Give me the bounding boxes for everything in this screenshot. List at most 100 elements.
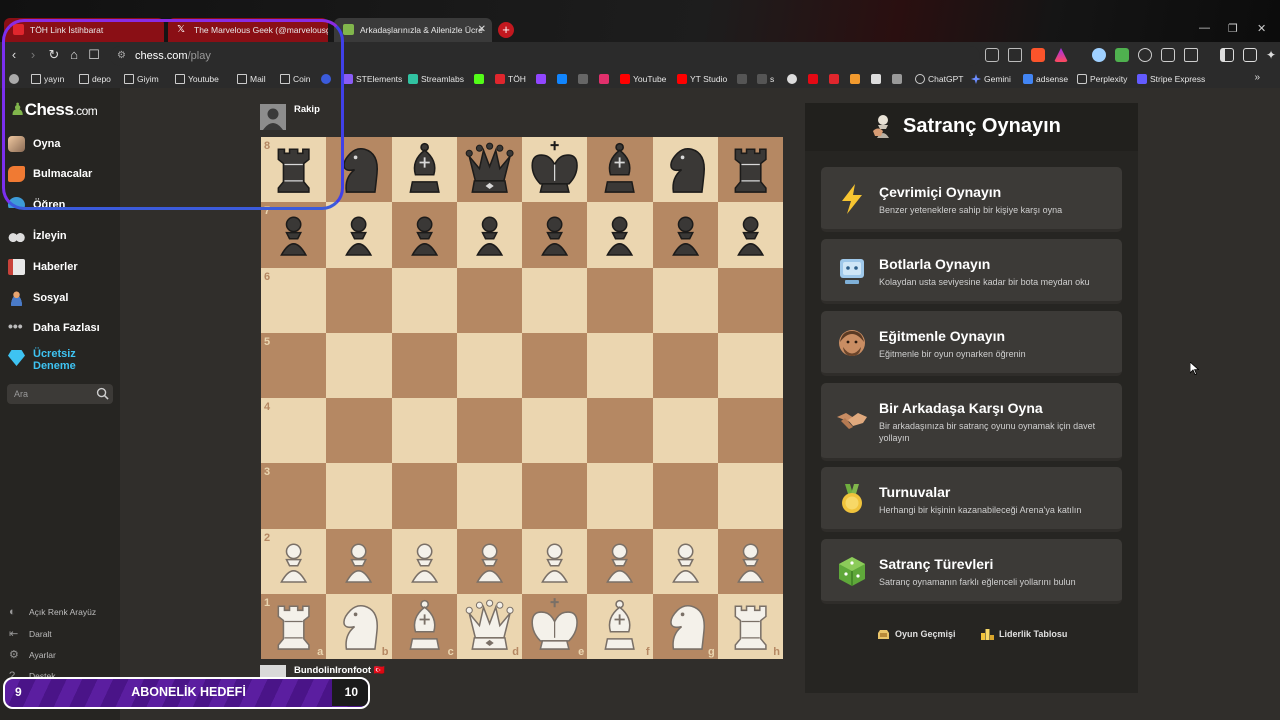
board-square[interactable] <box>456 463 522 529</box>
board-square[interactable] <box>326 332 392 398</box>
black-knight[interactable] <box>653 137 718 202</box>
bookmark-item[interactable] <box>9 72 19 86</box>
white-pawn[interactable] <box>261 529 326 594</box>
bookmark-item[interactable]: Perplexity <box>1077 72 1127 86</box>
game-history-link[interactable]: Oyun Geçmişi <box>877 627 956 641</box>
bookmark-item[interactable] <box>829 72 839 86</box>
reload-icon[interactable]: ↻ <box>46 47 62 63</box>
bookmark-item[interactable]: YouTube <box>620 72 666 86</box>
bookmark-item[interactable]: TÖH <box>495 72 526 86</box>
nav-play[interactable]: Oyna <box>8 133 61 155</box>
collapse-sidebar-link[interactable]: ⇤ Daralt <box>9 627 52 641</box>
tournaments-card[interactable]: Turnuvalar Herhangi bir kişinin kazanabi… <box>821 467 1122 532</box>
nav-social[interactable]: Sosyal <box>8 287 68 309</box>
bookmark-item[interactable]: Gemini <box>971 72 1011 86</box>
nav-more[interactable]: ••• Daha Fazlası <box>8 317 100 339</box>
minimize-icon[interactable]: — <box>1199 22 1210 34</box>
board-square[interactable] <box>391 398 457 464</box>
white-rook[interactable] <box>261 594 326 659</box>
nav-news[interactable]: Haberler <box>8 256 78 278</box>
white-pawn[interactable] <box>457 529 522 594</box>
bookmark-item[interactable] <box>599 72 609 86</box>
wallet-icon[interactable] <box>1243 48 1257 62</box>
light-theme-toggle[interactable]: ◐ Açık Renk Arayüz <box>9 605 96 619</box>
nav-watch[interactable]: İzleyin <box>8 225 67 247</box>
extension-icon[interactable] <box>1184 48 1198 62</box>
bookmark-item[interactable]: STElements <box>343 72 402 86</box>
new-tab-button[interactable]: + <box>498 22 514 38</box>
bookmark-item[interactable]: Stripe Express <box>1137 72 1205 86</box>
white-pawn[interactable] <box>587 529 652 594</box>
board-square[interactable] <box>587 267 653 333</box>
black-pawn[interactable] <box>457 202 522 267</box>
board-square[interactable] <box>456 398 522 464</box>
black-rook[interactable] <box>718 137 783 202</box>
board-square[interactable] <box>391 267 457 333</box>
player-name[interactable]: BundolinIronfoot 🇹🇷 <box>294 665 385 676</box>
extension-icon[interactable] <box>1115 48 1129 62</box>
board-square[interactable] <box>391 332 457 398</box>
board-square[interactable] <box>717 267 783 333</box>
restore-icon[interactable]: ❐ <box>1228 22 1238 35</box>
bookmark-item[interactable] <box>737 72 747 86</box>
opponent-avatar[interactable] <box>260 104 286 130</box>
bookmark-folder[interactable]: Giyim <box>124 72 159 86</box>
white-pawn[interactable] <box>392 529 457 594</box>
browser-tab[interactable]: 𝕏 The Marvelous Geek (@marvelousge <box>168 18 328 42</box>
url-field[interactable]: ⚙ chess.com/play <box>110 46 980 66</box>
board-square[interactable] <box>326 463 392 529</box>
white-pawn[interactable] <box>653 529 718 594</box>
chess-logo[interactable]: ♟Chess.com <box>10 100 98 120</box>
white-bishop[interactable] <box>587 594 652 659</box>
bookmark-folder[interactable]: yayın <box>31 72 64 86</box>
black-pawn[interactable] <box>392 202 457 267</box>
white-king[interactable] <box>522 594 587 659</box>
bookmark-item[interactable] <box>578 72 588 86</box>
bookmark-item[interactable] <box>536 72 546 86</box>
sidebar-toggle-icon[interactable] <box>1220 48 1234 62</box>
black-pawn[interactable] <box>718 202 783 267</box>
bookmark-icon[interactable]: ☐ <box>86 47 102 63</box>
bookmark-folder[interactable]: Coin <box>280 72 310 86</box>
opponent-name[interactable]: Rakip <box>294 104 320 115</box>
share-icon[interactable] <box>1008 48 1022 62</box>
chess-board[interactable]: 87654321abcdefgh <box>261 137 783 659</box>
black-king[interactable] <box>522 137 587 202</box>
settings-link[interactable]: ⚙ Ayarlar <box>9 648 56 662</box>
board-square[interactable] <box>717 463 783 529</box>
black-pawn[interactable] <box>587 202 652 267</box>
bookmark-item[interactable] <box>808 72 818 86</box>
search-input[interactable]: Ara <box>7 384 113 404</box>
board-square[interactable] <box>652 398 718 464</box>
bookmark-item[interactable] <box>850 72 860 86</box>
nav-learn[interactable]: Öğren <box>8 194 65 208</box>
black-bishop[interactable] <box>587 137 652 202</box>
cast-icon[interactable] <box>985 48 999 62</box>
brave-shield-icon[interactable] <box>1031 48 1045 62</box>
board-square[interactable] <box>717 398 783 464</box>
play-bots-card[interactable]: Botlarla Oynayın Kolaydan usta seviyesin… <box>821 239 1122 304</box>
board-square[interactable] <box>587 398 653 464</box>
board-square[interactable]: 4 <box>261 398 327 464</box>
bookmark-folder[interactable]: depo <box>79 72 111 86</box>
bookmark-item[interactable]: s <box>757 72 774 86</box>
leaderboard-link[interactable]: Liderlik Tablosu <box>981 627 1067 641</box>
white-bishop[interactable] <box>392 594 457 659</box>
nav-puzzles[interactable]: Bulmacalar <box>8 163 92 185</box>
bookmark-item[interactable] <box>871 72 881 86</box>
white-rook[interactable] <box>718 594 783 659</box>
bookmark-item[interactable] <box>892 72 902 86</box>
bookmark-folder[interactable]: Mail <box>237 72 266 86</box>
browser-tab-active[interactable]: Arkadaşlarınızla & Ailenizle Ücre ✕ <box>334 18 492 42</box>
black-pawn[interactable] <box>653 202 718 267</box>
board-square[interactable]: 6 <box>261 267 327 333</box>
forward-icon[interactable]: › <box>25 47 41 63</box>
leo-ai-icon[interactable]: ✦ <box>1266 48 1280 62</box>
browser-tab[interactable]: TÖH Link İstihbarat <box>4 18 164 42</box>
board-square[interactable] <box>456 267 522 333</box>
black-knight[interactable] <box>326 137 391 202</box>
bookmark-item[interactable]: YT Studio <box>677 72 727 86</box>
white-pawn[interactable] <box>718 529 783 594</box>
board-square[interactable] <box>391 463 457 529</box>
bookmark-item[interactable]: adsense <box>1023 72 1068 86</box>
